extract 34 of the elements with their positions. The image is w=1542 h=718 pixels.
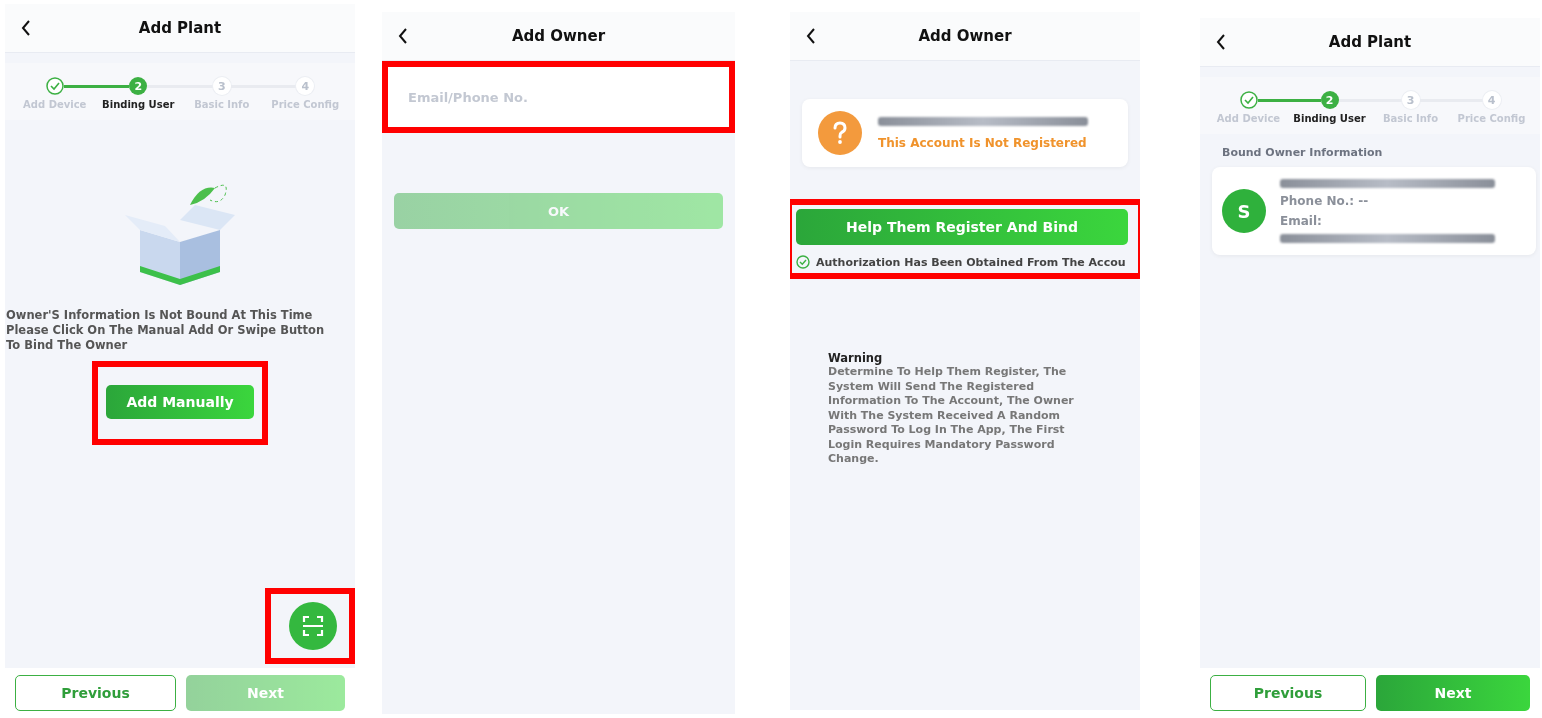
email-label: Email: — [1280, 214, 1323, 228]
warning-title: Warning — [828, 351, 884, 365]
screen-title: Add Plant — [1328, 33, 1412, 51]
warning-text: Determine To Help Them Register, The System Will Send The Registered Information To The Account, The Owner With The System Received A Random Password To Log In The App, The First Login Requires Mandatory Password Change. — [828, 365, 1075, 467]
register-bind-button[interactable]: Help Them Register And Bind — [796, 209, 1128, 245]
unbound-message: Owner'S Information Is Not Bound At This Time Please Click On The Manual Add Or Swipe Button To Bind The Owner — [5, 308, 326, 353]
avatar: S — [1222, 189, 1266, 233]
screen-title: Add Owner — [918, 27, 1012, 45]
back-icon[interactable] — [806, 28, 816, 44]
previous-button[interactable]: Previous — [15, 675, 176, 711]
next-button[interactable]: Next — [1376, 675, 1530, 711]
step-number: 4 — [296, 77, 315, 95]
check-circle-icon[interactable] — [796, 255, 810, 269]
back-icon[interactable] — [21, 20, 31, 36]
step-number: 2 — [1320, 91, 1339, 109]
step-number: 2 — [129, 77, 148, 95]
email-phone-field[interactable]: Email/Phone No. — [388, 67, 729, 127]
question-avatar-icon — [818, 111, 862, 155]
back-icon[interactable] — [398, 28, 408, 44]
authorization-label: Authorization Has Been Obtained From The Accou — [816, 255, 1126, 269]
step-number: 3 — [1401, 91, 1420, 109]
step-label[interactable]: Binding User — [1293, 113, 1366, 124]
screen-title: Add Owner — [511, 27, 606, 45]
back-icon[interactable] — [1216, 34, 1226, 50]
account-status: This Account Is Not Registered — [878, 135, 1088, 150]
phone-label: Phone No.: -- — [1280, 194, 1370, 208]
step-number: 3 — [212, 77, 231, 95]
scan-icon[interactable] — [289, 602, 337, 650]
step-label[interactable]: Binding User — [102, 99, 175, 110]
previous-button[interactable]: Previous — [1210, 675, 1366, 711]
add-manually-button[interactable]: Add Manually — [106, 385, 254, 419]
section-title: Bound Owner Information — [1222, 146, 1384, 159]
screen-title: Add Plant — [138, 19, 222, 37]
step-number: 4 — [1482, 91, 1501, 109]
